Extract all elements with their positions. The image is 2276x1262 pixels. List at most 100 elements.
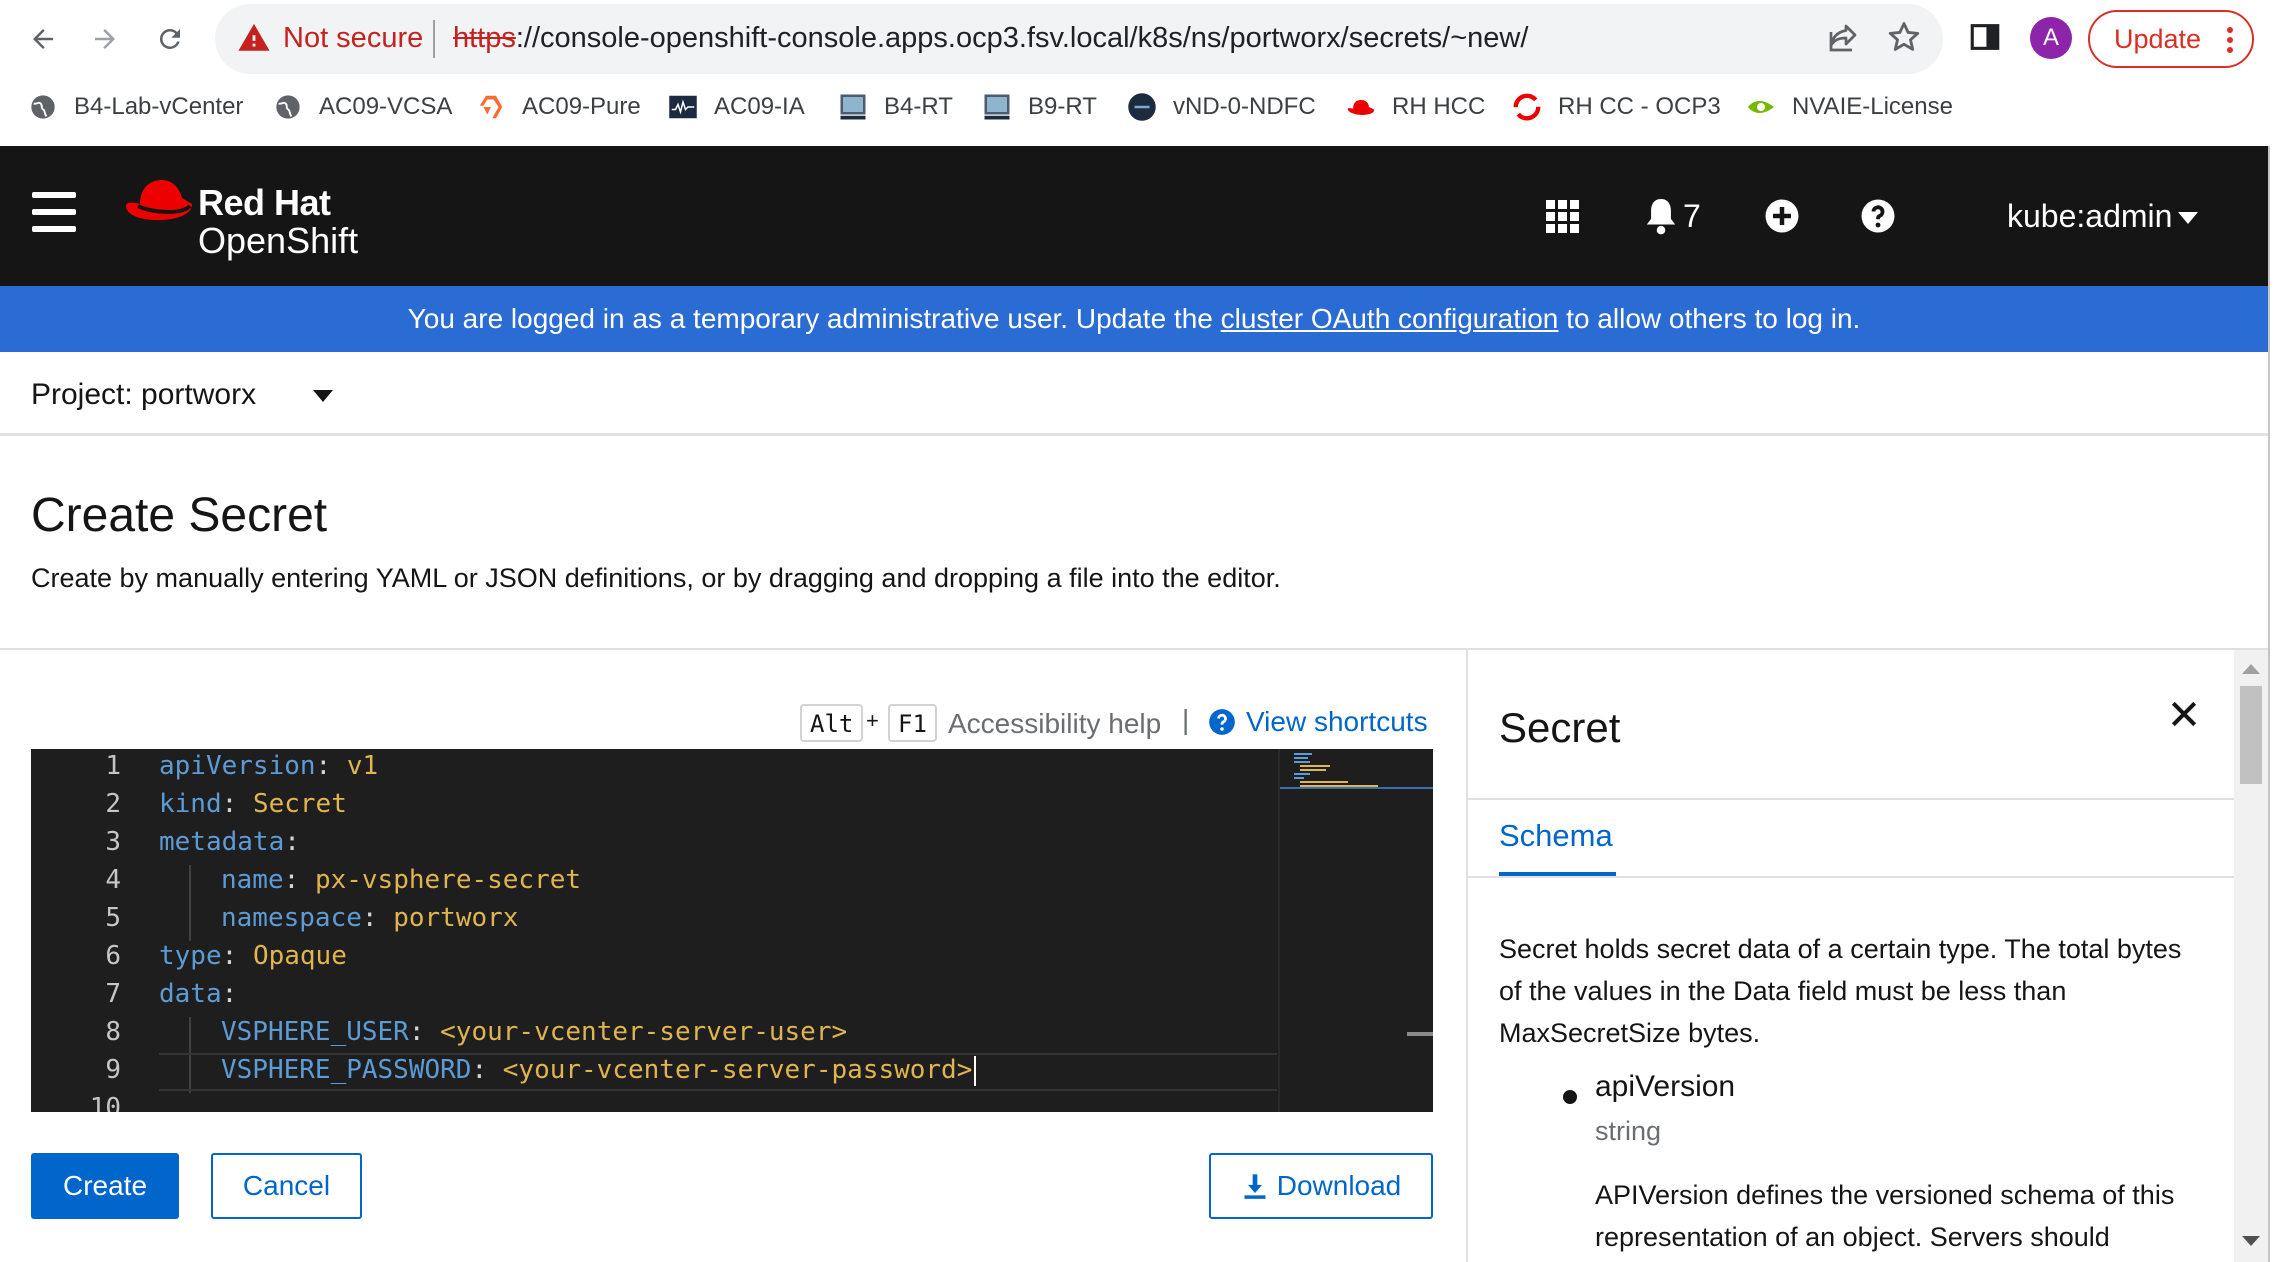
download-icon — [1244, 1174, 1266, 1199]
question-circle-icon — [1209, 709, 1235, 735]
bookmark-item[interactable]: RH CC - OCP3 — [1512, 92, 1721, 122]
minimap-line — [1294, 761, 1310, 763]
line-number: 3 — [105, 827, 121, 857]
kbd-alt: Alt — [800, 704, 864, 742]
download-button[interactable]: Download — [1209, 1153, 1433, 1219]
help-icon[interactable] — [1860, 198, 1896, 234]
view-shortcuts-label: View shortcuts — [1246, 706, 1428, 737]
page-title: Create Secret — [31, 489, 328, 542]
not-secure-label[interactable]: Not secure — [283, 22, 423, 55]
code-line: metadata: — [159, 827, 300, 857]
schema-field-name[interactable]: apiVersion — [1595, 1070, 1735, 1104]
banner-text-before: You are logged in as a temporary adminis… — [407, 303, 1221, 334]
minimap-line — [1294, 757, 1308, 759]
editor-scroll-thumb[interactable] — [1407, 1032, 1433, 1036]
minimap[interactable] — [1278, 749, 1433, 1112]
bullet-icon — [1563, 1090, 1577, 1104]
bookmark-label: RH CC - OCP3 — [1558, 93, 1721, 120]
openshift-icon — [1512, 92, 1542, 122]
download-label: Download — [1276, 1170, 1402, 1201]
side-panel-icon[interactable] — [1968, 20, 2002, 54]
browser-toolbar: Not secure https://console-openshift-con… — [0, 0, 2276, 78]
close-icon[interactable] — [2168, 698, 2200, 730]
brand-line2: OpenShift — [198, 220, 359, 261]
update-button[interactable]: Update — [2088, 10, 2254, 68]
app-launcher-icon[interactable] — [1546, 200, 1580, 234]
masthead: Red Hat OpenShift 7 kube:admin — [0, 146, 2268, 286]
caret-down-icon[interactable] — [313, 390, 333, 402]
line-number: 10 — [89, 1093, 121, 1112]
line-number: 9 — [105, 1055, 121, 1085]
bookmark-item[interactable]: B9-RT — [982, 92, 1097, 122]
bookmark-label: NVAIE-License — [1792, 93, 1953, 120]
minimap-line — [1300, 769, 1326, 771]
bookmark-item[interactable]: AC09-IA — [668, 92, 805, 122]
add-circle-icon[interactable] — [1764, 198, 1800, 234]
tab-schema[interactable]: Schema — [1499, 818, 1613, 854]
arrow-left-icon — [33, 29, 53, 49]
create-button[interactable]: Create — [31, 1153, 179, 1219]
nvidia-icon — [1746, 92, 1776, 122]
notification-count[interactable]: 7 — [1683, 198, 1701, 235]
bookmark-item[interactable]: AC09-VCSA — [273, 92, 452, 122]
code-line: VSPHERE_USER: <your-vcenter-server-user> — [221, 1017, 848, 1047]
server-icon — [838, 92, 868, 122]
yaml-editor[interactable]: 1 2 3 4 5 6 7 8 9 10 apiVersion: v1 kind… — [31, 749, 1433, 1112]
url-path: ://console-openshift-console.apps.ocp3.f… — [515, 22, 1529, 54]
user-menu[interactable]: kube:admin — [2007, 198, 2172, 235]
accessibility-help-label: Accessibility help — [948, 708, 1162, 739]
minimap-line — [1294, 773, 1310, 775]
bookmark-label: B4-Lab-vCenter — [74, 93, 244, 120]
oauth-config-link[interactable]: cluster OAuth configuration — [1221, 303, 1559, 334]
intersight-icon — [668, 92, 698, 122]
code-line: VSPHERE_PASSWORD: <your-vcenter-server-p… — [221, 1055, 977, 1086]
kbd-f1: F1 — [888, 704, 937, 742]
bell-icon[interactable] — [1644, 196, 1678, 236]
bookmark-item[interactable]: B4-RT — [838, 92, 953, 122]
line-number: 1 — [105, 751, 121, 781]
code-line: apiVersion: v1 — [159, 751, 379, 781]
brand-line1: Red Hat — [198, 182, 331, 223]
reload-button[interactable] — [145, 14, 195, 64]
bookmark-item[interactable]: B4-Lab-vCenter — [28, 92, 243, 122]
line-number: 4 — [105, 865, 121, 895]
minimap-line — [1294, 777, 1304, 779]
forward-button[interactable] — [80, 14, 130, 64]
code-area[interactable]: apiVersion: v1 kind: Secret metadata: na… — [159, 749, 1279, 1112]
view-shortcuts-link[interactable]: View shortcuts — [1208, 706, 1428, 738]
code-line: name: px-vsphere-secret — [221, 865, 582, 895]
more-vert-icon — [2227, 27, 2233, 53]
side-panel-scrollbar[interactable] — [2234, 650, 2268, 1262]
back-button[interactable] — [18, 14, 68, 64]
redhat-icon — [1346, 92, 1376, 122]
address-separator — [433, 20, 435, 58]
profile-avatar[interactable]: A — [2030, 17, 2072, 59]
bookmark-item[interactable]: NVAIE-License — [1746, 92, 1953, 122]
caret-down-icon[interactable] — [2178, 212, 2198, 224]
minimap-line — [1300, 765, 1330, 767]
project-selector[interactable]: Project: portworx — [31, 378, 256, 412]
redhat-logo-icon[interactable] — [124, 176, 194, 228]
share-icon[interactable] — [1825, 20, 1861, 56]
hamburger-menu-icon[interactable] — [32, 192, 76, 232]
bookmark-star-icon[interactable] — [1885, 18, 1923, 56]
bookmark-item[interactable]: AC09-Pure — [476, 92, 641, 122]
line-number: 2 — [105, 789, 121, 819]
bookmark-item[interactable]: RH HCC — [1346, 92, 1485, 122]
schema-description: Secret holds secret data of a certain ty… — [1499, 934, 2182, 1048]
code-line: namespace: portworx — [221, 903, 519, 933]
scroll-thumb[interactable] — [2240, 686, 2262, 784]
reload-icon — [159, 28, 180, 49]
url-text[interactable]: https://console-openshift-console.apps.o… — [453, 22, 1528, 55]
project-bar: Project: portworx — [0, 352, 2268, 436]
address-bar[interactable]: Not secure https://console-openshift-con… — [215, 4, 1943, 74]
minimap-line — [1300, 781, 1348, 783]
globe-icon — [273, 92, 303, 122]
scroll-up-icon[interactable] — [2242, 662, 2260, 674]
cancel-button[interactable]: Cancel — [211, 1153, 362, 1219]
bookmark-item[interactable]: vND-0-NDFC — [1127, 92, 1316, 122]
line-number: 7 — [105, 979, 121, 1009]
divider — [1468, 876, 2236, 878]
update-label: Update — [2114, 23, 2202, 54]
scroll-down-icon[interactable] — [2242, 1236, 2260, 1248]
